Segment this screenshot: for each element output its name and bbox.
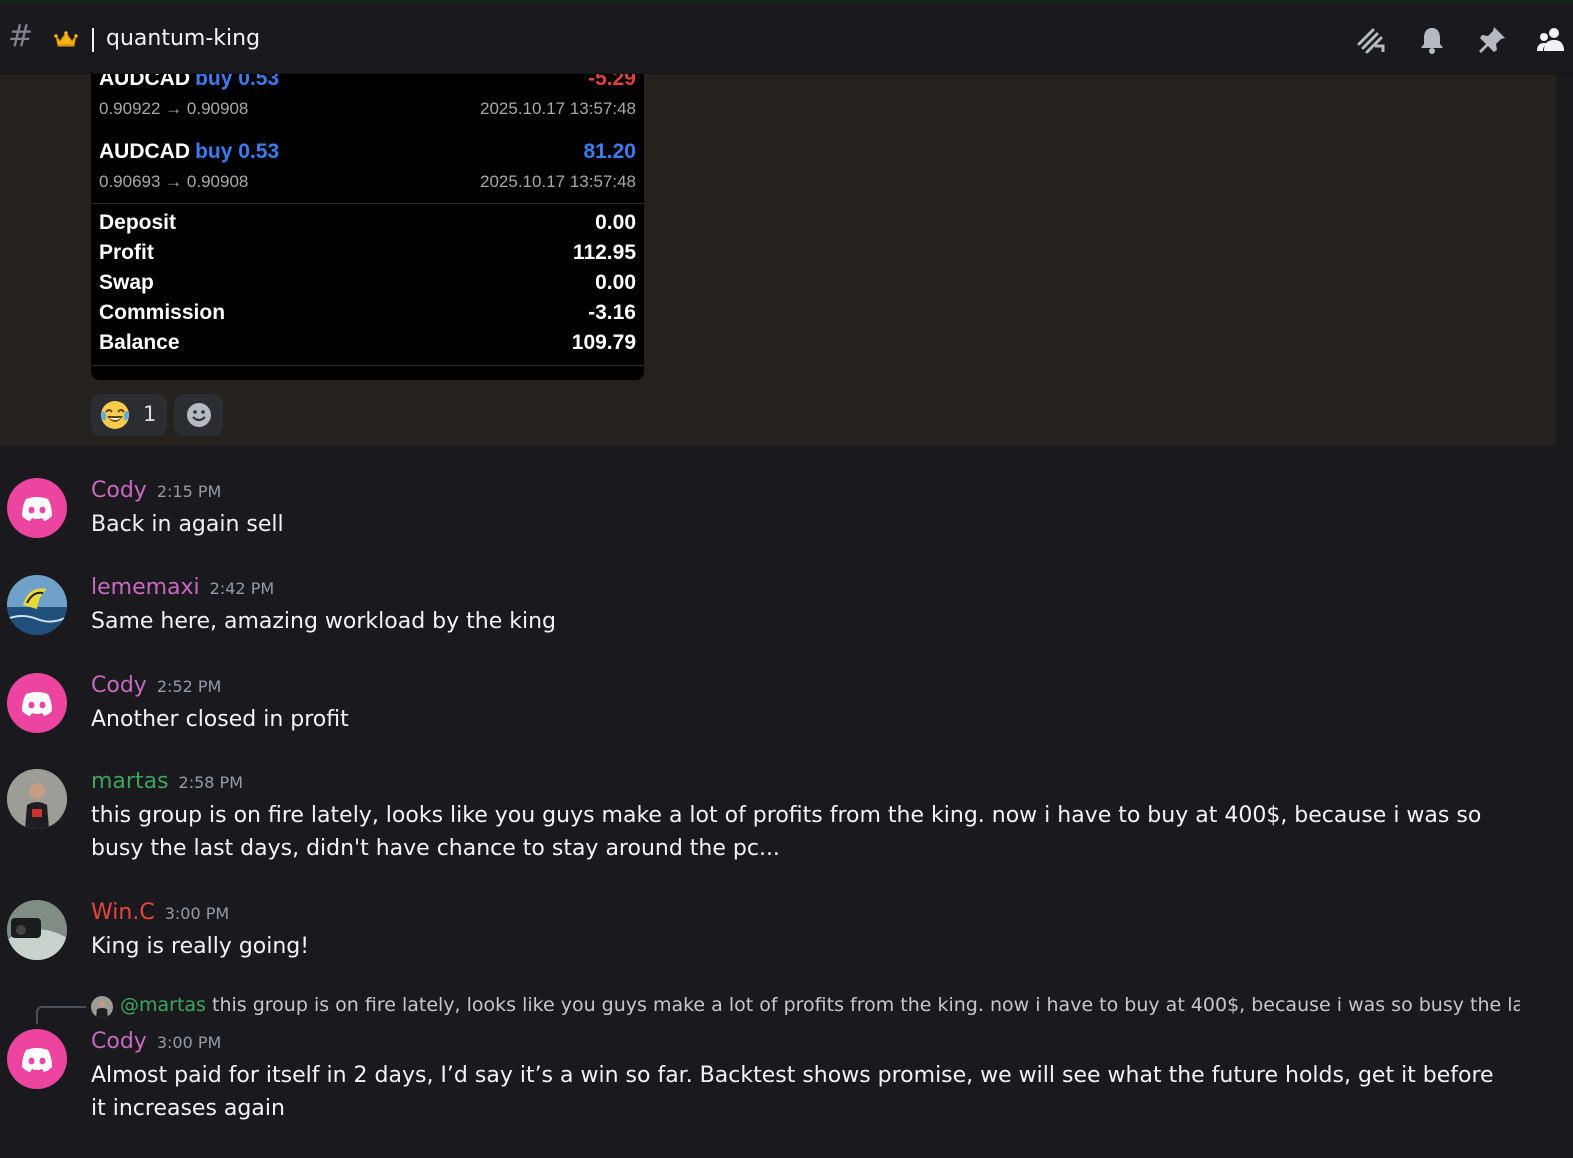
avatar[interactable]	[7, 900, 67, 960]
summary-value: 0.00	[595, 211, 636, 234]
message-author[interactable]: Cody 2:15 PM	[91, 478, 221, 503]
trade-symbol: AUDCAD	[99, 74, 190, 90]
summary-label: Commission	[99, 301, 226, 324]
trade-history-image[interactable]: AUDCAD buy 0.53 -5.29 0.90922 → 0.90908 …	[91, 74, 644, 380]
add-reaction-button[interactable]	[174, 394, 223, 436]
summary-label: Profit	[99, 241, 154, 264]
message-author[interactable]: lememaxi 2:42 PM	[91, 575, 274, 600]
trade-prices: 0.90693 → 0.90908	[99, 172, 249, 191]
message-timestamp: 2:58 PM	[178, 773, 243, 792]
avatar[interactable]	[7, 673, 67, 733]
discord-logo-icon	[22, 497, 52, 521]
divider	[91, 203, 644, 204]
trade-side: buy 0.53	[195, 140, 280, 163]
trade-prices: 0.90922 → 0.90908	[99, 99, 249, 118]
trade-pnl: -5.29	[588, 74, 636, 90]
summary-label: Balance	[99, 331, 180, 354]
message-timestamp: 3:00 PM	[156, 1033, 222, 1052]
message-text: Almost paid for itself in 2 days, I’d sa…	[91, 1063, 1494, 1121]
discord-logo-icon	[22, 692, 52, 716]
hash-icon: #	[8, 19, 34, 54]
reaction-joy[interactable]: 1	[91, 394, 167, 436]
reaction-count: 1	[143, 402, 157, 426]
channel-name: quantum-king	[106, 26, 261, 51]
trade-time: 2025.10.17 13:57:48	[480, 99, 636, 118]
channel-separator	[92, 28, 94, 52]
car-avatar-image	[7, 900, 67, 960]
author-name[interactable]: Cody	[91, 673, 147, 698]
message-text: this group is on fire lately, looks like…	[91, 803, 1482, 861]
message-author[interactable]: Win.C 3:00 PM	[91, 900, 229, 925]
crown-emoji	[54, 31, 78, 47]
trade-time: 2025.10.17 13:57:48	[480, 172, 636, 191]
members-icon[interactable]	[1535, 24, 1567, 56]
summary-balance: Balance 109.79	[99, 331, 636, 361]
summary-profit: Profit 112.95	[99, 241, 636, 271]
reply-mention[interactable]: @martas	[120, 994, 206, 1016]
trade-row: AUDCAD buy 0.53 81.20 0.90693 → 0.90908 …	[99, 140, 636, 200]
summary-deposit: Deposit 0.00	[99, 211, 636, 241]
person-avatar-image	[7, 769, 67, 829]
divider	[91, 365, 644, 366]
avatar[interactable]	[7, 1029, 67, 1089]
message-text: Another closed in profit	[91, 707, 349, 732]
author-name[interactable]: lememaxi	[91, 575, 200, 600]
trade-pnl: 81.20	[583, 140, 636, 163]
kite-surfer-avatar-image	[7, 575, 67, 635]
trade-side: buy 0.53	[195, 74, 280, 90]
message-text: Back in again sell	[91, 512, 284, 537]
message-author[interactable]: Cody 3:00 PM	[91, 1029, 221, 1054]
message-author[interactable]: martas 2:58 PM	[91, 769, 243, 794]
pin-icon[interactable]	[1476, 24, 1508, 56]
bell-icon[interactable]	[1416, 24, 1448, 56]
reply-avatar[interactable]	[91, 996, 113, 1018]
author-name[interactable]: Cody	[91, 1029, 147, 1054]
threads-icon[interactable]	[1355, 24, 1387, 56]
avatar[interactable]	[7, 478, 67, 538]
summary-label: Swap	[99, 271, 154, 294]
author-name[interactable]: martas	[91, 769, 169, 794]
summary-commission: Commission -3.16	[99, 301, 636, 331]
message-timestamp: 2:42 PM	[209, 579, 275, 598]
avatar[interactable]	[7, 769, 67, 829]
message-timestamp: 2:52 PM	[156, 677, 222, 696]
summary-swap: Swap 0.00	[99, 271, 636, 301]
message-author[interactable]: Cody 2:52 PM	[91, 673, 221, 698]
message-text: King is really going!	[91, 934, 310, 959]
trade-symbol: AUDCAD	[99, 140, 190, 163]
summary-value: 0.00	[595, 271, 636, 294]
discord-logo-icon	[22, 1048, 52, 1072]
message-timestamp: 2:15 PM	[156, 482, 222, 501]
message-text: Same here, amazing workload by the king	[91, 609, 557, 634]
reply-preview[interactable]: @martas this group is on fire lately, lo…	[120, 994, 1520, 1016]
add-reaction-icon	[187, 403, 211, 427]
reply-preview-text: this group is on fire lately, looks like…	[212, 994, 1520, 1016]
summary-value: 109.79	[571, 331, 636, 354]
summary-value: 112.95	[572, 241, 636, 264]
trade-row: AUDCAD buy 0.53 -5.29 0.90922 → 0.90908 …	[99, 74, 636, 127]
avatar[interactable]	[7, 575, 67, 635]
author-name[interactable]: Cody	[91, 478, 147, 503]
joy-emoji	[101, 401, 129, 429]
summary-label: Deposit	[99, 211, 177, 234]
message-timestamp: 3:00 PM	[164, 904, 230, 923]
author-name[interactable]: Win.C	[91, 900, 155, 925]
channel-header: # quantum-king	[0, 0, 1573, 74]
reply-connector	[36, 1006, 86, 1024]
summary-value: -3.16	[588, 301, 636, 324]
